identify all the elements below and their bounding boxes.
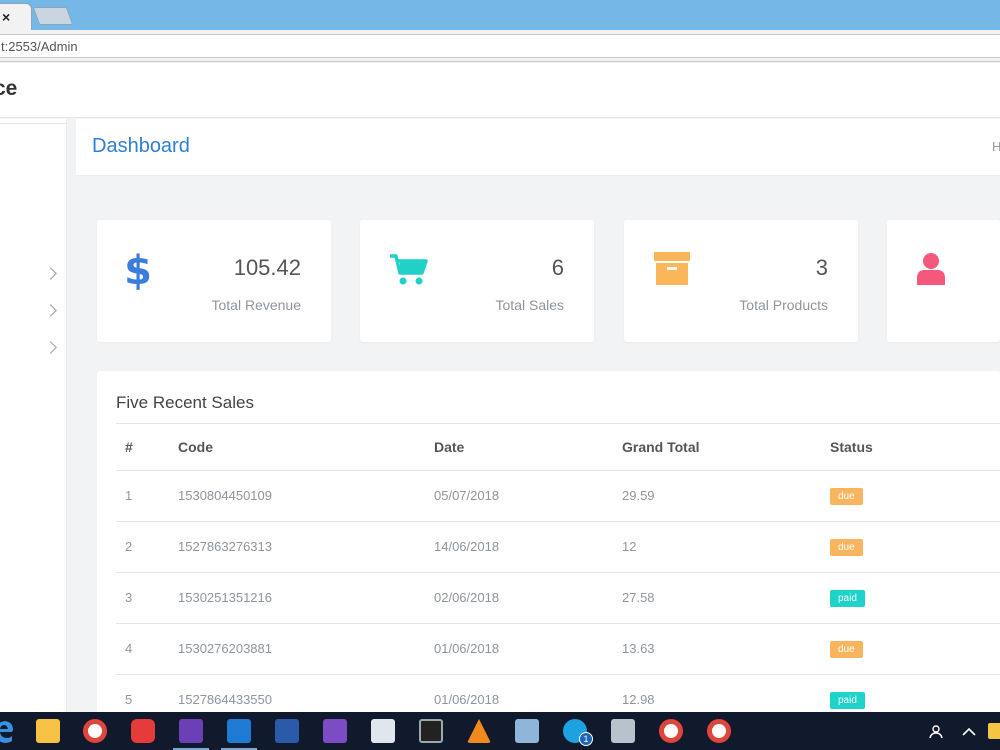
security-tray-icon[interactable] bbox=[988, 723, 1000, 739]
status-badge: due bbox=[830, 640, 863, 658]
status-cell: paid bbox=[830, 572, 1000, 624]
panel-title: Five Recent Sales bbox=[116, 393, 254, 412]
sale-code: 1530251351216 bbox=[178, 572, 434, 624]
row-number: 3 bbox=[116, 572, 178, 624]
status-badge: due bbox=[830, 538, 863, 556]
sale-code: 1530804450109 bbox=[178, 470, 434, 522]
row-number: 2 bbox=[116, 521, 178, 573]
tab-close-icon[interactable]: × bbox=[2, 9, 10, 25]
grand-total: 12 bbox=[622, 521, 830, 573]
vscode-icon[interactable] bbox=[227, 719, 251, 743]
grand-total: 29.59 bbox=[622, 470, 830, 522]
grand-total: 13.63 bbox=[622, 623, 830, 675]
column-header: Grand Total bbox=[622, 424, 830, 471]
status-cell: due bbox=[830, 521, 1000, 573]
sale-date: 01/06/2018 bbox=[434, 623, 622, 675]
dollar-icon: $ bbox=[124, 250, 152, 290]
table-row: 2 1527863276313 14/06/2018 12 due bbox=[116, 521, 1000, 573]
notepad-icon[interactable] bbox=[515, 719, 539, 743]
vivaldi-icon[interactable] bbox=[131, 719, 155, 743]
stat-label: Total Sales bbox=[495, 297, 564, 313]
file-explorer-icon[interactable] bbox=[36, 719, 60, 743]
windows-taskbar: 1 bbox=[0, 712, 1000, 750]
sidebar bbox=[0, 119, 67, 712]
archive-box-icon bbox=[654, 252, 690, 285]
notification-badge: 1 bbox=[579, 732, 593, 746]
chrome-icon[interactable] bbox=[707, 719, 731, 743]
visual-studio-icon[interactable] bbox=[323, 719, 347, 743]
page-title: Dashboard bbox=[92, 135, 190, 157]
grand-total: 27.58 bbox=[622, 572, 830, 624]
stat-card-users bbox=[887, 220, 1000, 342]
sale-code: 1527863276313 bbox=[178, 521, 434, 573]
breadcrumb-home[interactable]: H bbox=[992, 139, 1000, 154]
row-number: 1 bbox=[116, 470, 178, 522]
stat-card-sales: 6 Total Sales bbox=[360, 220, 594, 342]
status-badge: due bbox=[830, 487, 863, 505]
svg-text:$: $ bbox=[124, 250, 152, 290]
sale-date: 05/07/2018 bbox=[434, 470, 622, 522]
stat-value: 6 bbox=[551, 255, 564, 280]
chevron-right-icon[interactable] bbox=[44, 341, 57, 354]
stat-card-revenue: $ 105.42 Total Revenue bbox=[97, 220, 331, 342]
cart-icon bbox=[390, 254, 428, 285]
row-number: 4 bbox=[116, 623, 178, 675]
status-badge: paid bbox=[830, 691, 865, 709]
table-row: 1 1530804450109 05/07/2018 29.59 due bbox=[116, 470, 1000, 522]
status-cell: due bbox=[830, 470, 1000, 522]
address-bar: t:2553/Admin bbox=[0, 30, 1000, 62]
table-row: 3 1530251351216 02/06/2018 27.58 paid bbox=[116, 572, 1000, 624]
new-tab-button[interactable] bbox=[32, 7, 74, 25]
status-badge: paid bbox=[830, 589, 865, 607]
sale-code: 1530276203881 bbox=[178, 623, 434, 675]
terminal-icon[interactable] bbox=[419, 719, 443, 743]
chrome-icon[interactable] bbox=[659, 719, 683, 743]
browser-tab[interactable]: × bbox=[0, 3, 32, 30]
people-icon[interactable] bbox=[927, 725, 943, 739]
stat-label: Total Products bbox=[739, 297, 828, 313]
url-input[interactable]: t:2553/Admin bbox=[0, 34, 1000, 58]
column-header: Status bbox=[830, 424, 1000, 471]
status-cell: due bbox=[830, 623, 1000, 675]
recent-sales-table: # Code Date Grand Total Status 1 15308044… bbox=[116, 424, 1000, 726]
brand-logo-text[interactable]: ce bbox=[0, 77, 17, 101]
table-header-row: # Code Date Grand Total Status bbox=[116, 424, 1000, 471]
recent-sales-panel: Five Recent Sales # Code Date Grand Tota… bbox=[97, 371, 1000, 726]
table-row: 4 1530276203881 01/06/2018 13.63 due bbox=[116, 623, 1000, 675]
stat-card-products: 3 Total Products bbox=[624, 220, 858, 342]
sale-date: 14/06/2018 bbox=[434, 521, 622, 573]
page-header: Dashboard H bbox=[76, 119, 1000, 176]
stat-value: 3 bbox=[815, 255, 828, 280]
sidebar-divider bbox=[0, 123, 67, 124]
chevron-up-icon[interactable] bbox=[962, 727, 976, 736]
chevron-right-icon[interactable] bbox=[44, 304, 57, 317]
column-header: # bbox=[116, 424, 178, 471]
tools-icon[interactable] bbox=[611, 719, 635, 743]
stat-label: Total Revenue bbox=[211, 297, 301, 313]
stat-value: 105.42 bbox=[233, 255, 301, 280]
edge-browser-icon[interactable] bbox=[0, 719, 14, 743]
browser-tab-bar: × bbox=[0, 0, 1000, 30]
column-header: Code bbox=[178, 424, 434, 471]
column-header: Date bbox=[434, 424, 622, 471]
app-header: ce bbox=[0, 63, 1000, 118]
user-icon bbox=[917, 253, 945, 285]
visual-studio-icon[interactable] bbox=[179, 719, 203, 743]
vlc-icon[interactable] bbox=[467, 719, 491, 743]
word-icon[interactable] bbox=[275, 719, 299, 743]
sale-date: 02/06/2018 bbox=[434, 572, 622, 624]
url-text: t:2553/Admin bbox=[1, 39, 78, 54]
chrome-icon[interactable] bbox=[83, 719, 107, 743]
photos-icon[interactable] bbox=[371, 719, 395, 743]
chevron-right-icon[interactable] bbox=[44, 267, 57, 280]
